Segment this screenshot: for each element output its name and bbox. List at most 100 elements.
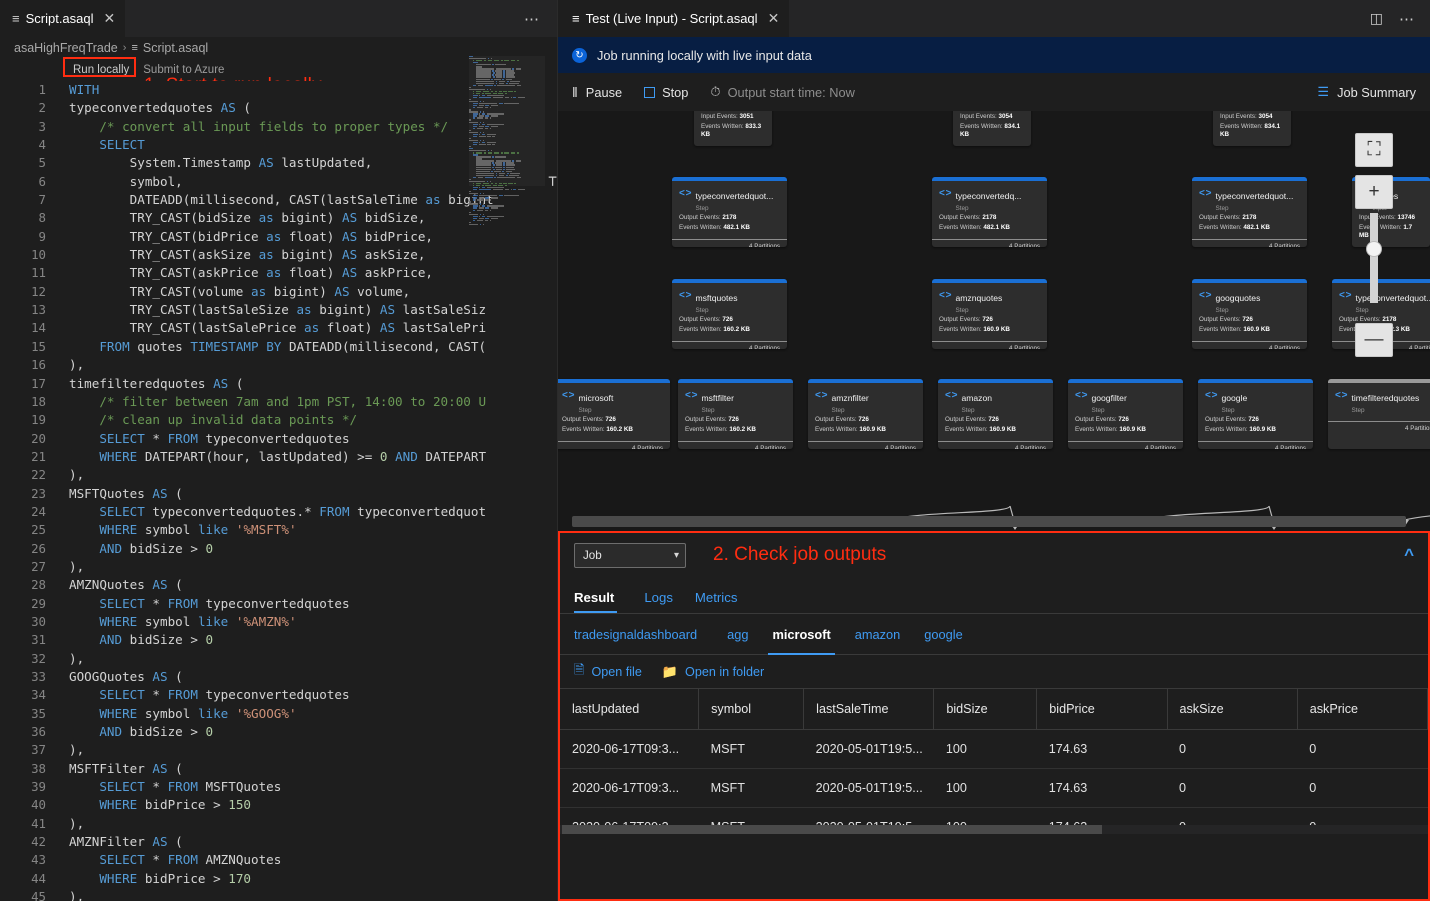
scope-selector[interactable]: Job ▾ [574, 543, 686, 568]
diagram-node-googfilter[interactable]: < >googfilterStepOutput Events: 726Event… [1068, 379, 1183, 449]
column-header[interactable]: bidPrice [1037, 689, 1167, 730]
node-stat: Events Written: 160.9 KB [939, 326, 1040, 334]
node-title: timefilteredquotes [1351, 393, 1419, 403]
diagram-node-amznquotes[interactable]: < >amznquotesStepOutput Events: 726Event… [932, 279, 1047, 349]
node-body: < >typeconvertedquot...StepOutput Events… [672, 181, 787, 235]
sink-tab-tradesignaldashboard[interactable]: tradesignaldashboard [574, 614, 715, 655]
sink-tab-label: tradesignaldashboard [574, 627, 697, 642]
diagram-node-msftfilter[interactable]: < >msftfilterStepOutput Events: 726Event… [678, 379, 793, 449]
node-stat: Events Written: 160.2 KB [685, 426, 786, 434]
file-open-action[interactable]: 🗎Open file [574, 661, 642, 683]
tab-result[interactable]: Result [574, 590, 625, 613]
fit-to-screen-icon[interactable]: ⛶ [1355, 133, 1393, 167]
node-subtitle: Step [1221, 407, 1247, 414]
tab-label: Metrics [695, 590, 738, 605]
line-number: 23 [0, 485, 58, 503]
line-number: 44 [0, 870, 58, 888]
pause-button[interactable]: ‖ Pause [572, 84, 622, 100]
line-number: 9 [0, 228, 58, 246]
editor-vertical-scrollbar[interactable] [545, 56, 557, 901]
sink-tab-agg[interactable]: agg [715, 614, 760, 655]
column-header[interactable]: askSize [1167, 689, 1297, 730]
column-header[interactable]: lastUpdated [560, 689, 699, 730]
split-editor-icon[interactable]: ◫ [1370, 10, 1383, 27]
zoom-slider-thumb[interactable] [1366, 241, 1382, 257]
zoom-out-button[interactable]: — [1355, 323, 1393, 357]
line-number: 27 [0, 558, 58, 576]
diagram-node-msftquotes[interactable]: < >msftquotesStepOutput Events: 726Event… [672, 279, 787, 349]
table-row[interactable]: 2020-06-17T09:3...MSFT2020-05-01T19:5...… [560, 769, 1428, 808]
close-icon[interactable]: ✕ [768, 10, 780, 27]
node-body: < >googquotesStepOutput Events: 726Event… [1192, 283, 1307, 337]
more-actions-icon[interactable]: ⋯ [1399, 10, 1416, 28]
node-title: amznfilter [831, 393, 868, 403]
diagram-node-quotes[interactable]: ⇲quotesInputInput Events: 3054Events Wri… [1213, 111, 1291, 146]
node-subtitle: Step [955, 307, 1002, 314]
sink-tab-google[interactable]: google [912, 614, 974, 655]
node-header: < >amazonStep [945, 388, 1046, 414]
breadcrumb-project[interactable]: asaHighFreqTrade [14, 41, 118, 55]
sink-tab-amazon[interactable]: amazon [843, 614, 913, 655]
node-body: < >typeconvertedq...StepOutput Events: 2… [932, 181, 1047, 235]
result-table: lastUpdatedsymbollastSaleTimebidSizebidP… [560, 688, 1428, 834]
diagram-node-microsoft[interactable]: < >microsoftStepOutput Events: 726Events… [558, 379, 670, 449]
zoom-in-button[interactable]: + [1355, 175, 1393, 209]
result-table-wrapper[interactable]: lastUpdatedsymbollastSaleTimebidSizebidP… [560, 688, 1428, 834]
collapse-panel-icon[interactable]: ^ [1404, 545, 1414, 565]
tab-test-live-input[interactable]: ≡ Test (Live Input) - Script.asaql ✕ [558, 0, 789, 37]
line-number: 30 [0, 613, 58, 631]
node-body: < >msftquotesStepOutput Events: 726Event… [672, 283, 787, 337]
node-title: amznquotes [955, 293, 1002, 303]
column-header[interactable]: bidSize [934, 689, 1037, 730]
info-icon: ↻ [572, 48, 587, 63]
line-number: 19 [0, 411, 58, 429]
minimap-viewport-slider[interactable] [469, 56, 545, 186]
column-header[interactable]: lastSaleTime [804, 689, 934, 730]
node-stat: Events Written: 160.9 KB [815, 426, 916, 434]
step-code-icon: < > [1205, 390, 1216, 401]
line-number: 31 [0, 631, 58, 649]
node-partitions: 4 Partitions [558, 441, 670, 449]
sink-tab-label: google [924, 627, 962, 642]
column-header[interactable]: askPrice [1297, 689, 1427, 730]
table-horizontal-scrollbar[interactable] [562, 825, 1102, 834]
diagram-node-typeconvertedq[interactable]: < >typeconvertedq...StepOutput Events: 2… [932, 177, 1047, 247]
stop-icon [644, 87, 655, 98]
breadcrumb-file[interactable]: Script.asaql [143, 41, 208, 55]
line-number: 36 [0, 723, 58, 741]
job-status-text: Job running locally with live input data [597, 48, 812, 63]
diagram-node-googquotes[interactable]: < >googquotesStepOutput Events: 726Event… [1192, 279, 1307, 349]
node-header: < >googleStep [1205, 388, 1306, 414]
folder-open-action[interactable]: 📁Open in folder [662, 664, 764, 680]
job-diagram[interactable]: ⇲quotesInputInput Events: 3051Events Wri… [558, 111, 1430, 531]
sink-tab-microsoft[interactable]: microsoft [760, 614, 842, 655]
diagram-node-quotes[interactable]: ⇲quotesInputInput Events: 3051Events Wri… [694, 111, 772, 146]
pause-label: Pause [586, 85, 622, 100]
diagram-node-typeconvertedquot[interactable]: < >typeconvertedquot...StepOutput Events… [1192, 177, 1307, 247]
node-stat: Events Written: 160.9 KB [1075, 426, 1176, 434]
tab-metrics[interactable]: Metrics [684, 590, 749, 613]
table-row[interactable]: 2020-06-17T09:3...MSFT2020-05-01T19:5...… [560, 730, 1428, 769]
diagram-node-amznfilter[interactable]: < >amznfilterStepOutput Events: 726Event… [808, 379, 923, 449]
diagram-node-typeconvertedquot[interactable]: < >typeconvertedquot...StepOutput Events… [672, 177, 787, 247]
diagram-node-timefilteredquotes[interactable]: < >timefilteredquotesStep4 Partitions [1328, 379, 1430, 449]
run-locally-link[interactable]: Run locally [69, 63, 133, 77]
job-summary-button[interactable]: ☰ Job Summary [1317, 84, 1416, 100]
more-actions-icon[interactable]: ⋯ [524, 10, 541, 28]
output-start-time[interactable]: ⏱ Output start time: Now [710, 84, 854, 100]
node-partitions: 4 Partitions [1068, 441, 1183, 449]
output-tabs: Result Logs Metrics [560, 577, 1428, 614]
diagram-node-amazon[interactable]: < >amazonStepOutput Events: 726Events Wr… [938, 379, 1053, 449]
diagram-horizontal-scrollbar[interactable] [572, 516, 1406, 527]
action-label: Open in folder [685, 665, 764, 679]
close-icon[interactable]: ✕ [104, 10, 116, 27]
zoom-slider[interactable] [1370, 213, 1378, 303]
diagram-node-google[interactable]: < >googleStepOutput Events: 726Events Wr… [1198, 379, 1313, 449]
tab-logs[interactable]: Logs [633, 590, 684, 613]
node-body: < >amznfilterStepOutput Events: 726Event… [808, 383, 923, 437]
column-header[interactable]: symbol [699, 689, 804, 730]
stop-button[interactable]: Stop [644, 85, 688, 100]
tab-script-asaql[interactable]: ≡ Script.asaql ✕ [0, 0, 126, 37]
diagram-node-quotes[interactable]: ⇲quotesInputInput Events: 3054Events Wri… [953, 111, 1031, 146]
node-body: ⇲quotesInputInput Events: 3051Events Wri… [694, 111, 772, 143]
